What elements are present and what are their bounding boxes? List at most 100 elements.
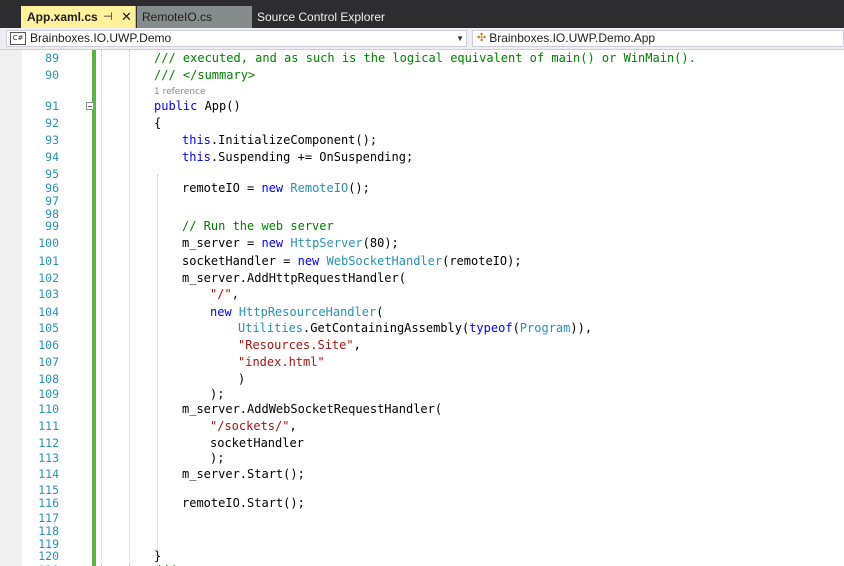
code-line[interactable]: 93 this.InitializeComponent(); (0, 132, 844, 149)
code-text: ); (210, 450, 224, 467)
code-text: "/", (210, 286, 239, 303)
code-token: } (154, 549, 162, 563)
line-number: 111 (38, 419, 59, 433)
code-token: App() (197, 99, 241, 113)
code-lens-references[interactable]: 1 reference (154, 87, 206, 98)
code-text: // Run the web server (182, 218, 334, 235)
code-line[interactable]: 111 "/sockets/", (0, 418, 844, 435)
navigation-bar: C# Brainboxes.IO.UWP.Demo ▼ ✣ Brainboxes.I… (0, 28, 844, 50)
code-token: ) (238, 372, 246, 386)
code-text: Utilities.GetContainingAssembly(typeof(P… (238, 320, 592, 337)
line-number: 93 (45, 133, 59, 147)
code-token: Utilities (238, 321, 304, 335)
project-name: Brainboxes.IO.UWP.Demo (30, 31, 172, 45)
code-line[interactable]: 92 { (0, 115, 844, 132)
pin-icon[interactable]: ⊣ (103, 6, 113, 28)
code-token: m_server.AddHttpRequestHandler( (182, 271, 406, 285)
code-token: , (353, 338, 361, 352)
code-text: "/sockets/", (210, 418, 297, 435)
code-token: ( (512, 321, 520, 335)
code-line[interactable]: 103 "/", (0, 286, 844, 303)
collapse-icon[interactable] (86, 102, 94, 110)
code-text: socketHandler = new WebSocketHandler(rem… (182, 253, 522, 270)
code-text: { (154, 115, 161, 132)
line-number: 105 (38, 321, 59, 335)
tab-app-xaml-cs[interactable]: App.xaml.cs ⊣ ✕ (21, 6, 136, 28)
line-number: 104 (38, 305, 59, 319)
code-line[interactable]: 113); (0, 450, 844, 467)
tab-label: Source Control Explorer (257, 10, 386, 24)
code-token: , (231, 287, 239, 301)
code-token: HttpResourceHandler (238, 305, 377, 319)
tab-label: App.xaml.cs (27, 10, 98, 24)
line-number: 110 (38, 402, 59, 416)
code-line[interactable]: 114 m_server.Start(); (0, 466, 844, 483)
line-number: 102 (38, 271, 59, 285)
line-number: 106 (38, 338, 59, 352)
code-token: /// executed, and as such is the logical… (154, 51, 696, 65)
code-token: /// </summary> (154, 68, 256, 82)
code-token: new (210, 305, 232, 319)
code-editor[interactable]: 1 reference 89 /// executed, and as such … (0, 50, 844, 566)
code-line[interactable]: 105 Utilities.GetContainingAssembly(typeo… (0, 320, 844, 337)
code-line[interactable]: 91 public App() (0, 98, 844, 115)
code-line[interactable]: 106 "Resources.Site", (0, 337, 844, 354)
code-line[interactable]: 94 this.Suspending += OnSuspending; (0, 149, 844, 166)
code-token: WebSocketHandler (326, 254, 443, 268)
code-token: "/sockets/" (210, 419, 290, 433)
tab-label: RemoteIO.cs (142, 10, 213, 24)
code-token: .GetContainingAssembly( (303, 321, 470, 335)
line-number: 99 (45, 219, 59, 233)
code-token: typeof (469, 321, 513, 335)
code-line[interactable]: 104 new HttpResourceHandler( (0, 304, 844, 321)
code-token: // Run the web server (182, 219, 334, 233)
code-text: public App() (154, 98, 241, 115)
code-text: "Resources.Site", (238, 337, 361, 354)
code-token: "index.html" (238, 355, 325, 369)
code-line[interactable]: 101 socketHandler = new WebSocketHandler(… (0, 253, 844, 270)
code-text: m_server = new HttpServer(80); (182, 235, 399, 252)
code-line[interactable]: 107 "index.html" (0, 354, 844, 371)
code-text: m_server.Start(); (182, 466, 305, 483)
code-token: (remoteIO); (442, 254, 522, 268)
line-number: 107 (38, 355, 59, 369)
project-dropdown[interactable]: C# Brainboxes.IO.UWP.Demo ▼ (6, 30, 467, 47)
code-text: /// <summary> (154, 562, 248, 566)
code-line[interactable]: 100 m_server = new HttpServer(80); (0, 235, 844, 252)
csharp-project-icon: C# (10, 32, 26, 45)
code-token: this (182, 133, 211, 147)
code-line[interactable]: 89 /// executed, and as such is the logic… (0, 50, 844, 67)
code-text: m_server.AddWebSocketRequestHandler( (182, 401, 442, 418)
line-number: 114 (38, 467, 59, 481)
code-token: .Suspending += OnSuspending; (210, 150, 414, 164)
code-text: this.Suspending += OnSuspending; (182, 149, 413, 166)
code-text: /// </summary> (154, 67, 255, 84)
code-token: "/" (210, 287, 232, 301)
code-token: ); (210, 387, 225, 401)
code-token: new (297, 254, 320, 268)
code-line[interactable]: 90 /// </summary> (0, 67, 844, 84)
code-token: this (182, 150, 211, 164)
code-text: "index.html" (238, 354, 325, 371)
line-number: 113 (38, 451, 59, 465)
tab-source-control-explorer[interactable]: Source Control Explorer (257, 6, 397, 28)
code-line[interactable]: 102 m_server.AddHttpRequestHandler( (0, 270, 844, 287)
line-number: 92 (45, 116, 59, 130)
line-number: 121 (22, 562, 59, 566)
code-token: m_server.Start(); (182, 467, 305, 481)
code-text: /// executed, and as such is the logical… (154, 50, 696, 67)
dropdown-arrow-icon: ▼ (456, 34, 464, 43)
close-icon[interactable]: ✕ (121, 6, 132, 28)
code-line[interactable]: 110 m_server.AddWebSocketRequestHandler( (0, 401, 844, 418)
code-line[interactable]: 99 // Run the web server (0, 218, 844, 235)
code-token: ); (210, 451, 225, 465)
line-number: 89 (45, 51, 59, 65)
line-number: 100 (38, 236, 59, 250)
tab-remoteio-cs[interactable]: RemoteIO.cs (137, 6, 252, 28)
code-line[interactable]: 121 /// <summary> (0, 562, 844, 566)
class-dropdown[interactable]: ✣ Brainboxes.IO.UWP.Demo.App (472, 30, 844, 47)
code-token: ( (376, 305, 384, 319)
line-number: 91 (45, 99, 59, 113)
document-tab-bar: App.xaml.cs ⊣ ✕ RemoteIO.cs Source Contr… (0, 0, 844, 28)
code-token: socketHandler = (182, 254, 298, 268)
